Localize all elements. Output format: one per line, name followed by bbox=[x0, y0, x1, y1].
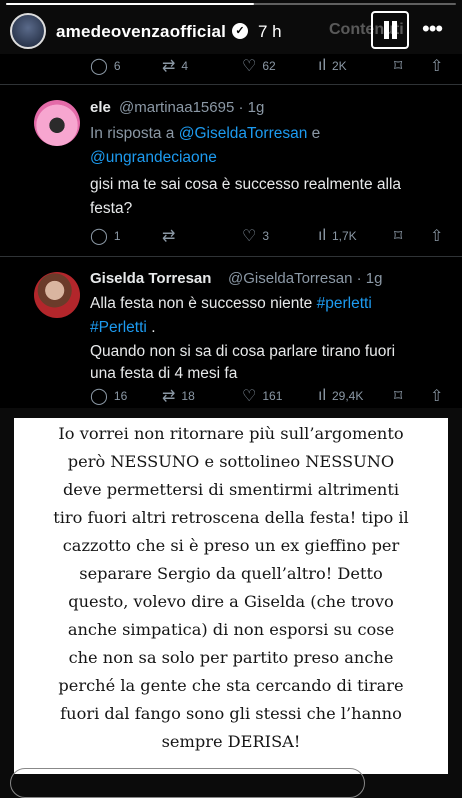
retweet-icon[interactable]: ⇄ bbox=[162, 226, 175, 246]
in-reply-prefix: In risposta a bbox=[90, 125, 175, 142]
bookmark-icon[interactable]: ⌑ bbox=[394, 56, 402, 76]
tweet-text-line: #Perletti . bbox=[90, 316, 156, 340]
divider bbox=[0, 256, 462, 257]
divider bbox=[0, 84, 462, 85]
caption-line: però NESSUNO e sottolineo NESSUNO bbox=[67, 452, 395, 471]
tweet-actions: ◯ 1 ⇄ ♡ 3 ıl 1,7K ⌑ ⇧ bbox=[0, 225, 462, 247]
caption-line: che non sa solo per partito preso anche bbox=[68, 648, 394, 667]
caption-card: Io vorrei non ritornare più sull’argomen… bbox=[14, 418, 448, 774]
reply-icon[interactable]: ◯ bbox=[90, 386, 108, 406]
caption-line: fuori dal fango sono gli stessi che l’ha… bbox=[60, 704, 402, 723]
tweet-author-handle[interactable]: @martinaa15695 · 1g bbox=[119, 99, 264, 116]
pause-button[interactable] bbox=[371, 11, 409, 49]
tweet-screenshot: ◯ 6 ⇄ 4 ♡ 62 ıl 2K ⌑ ⇧ ele @martinaa15695 · … bbox=[0, 54, 462, 408]
reply-count: 16 bbox=[113, 389, 128, 403]
caption-line: tiro fuori altri retroscena della festa!… bbox=[53, 508, 409, 527]
caption-line: anche simpatica) di non esporsi su cose bbox=[67, 620, 395, 639]
like-icon[interactable]: ♡ bbox=[242, 226, 256, 246]
tweet-actions: ◯ 16 ⇄ 18 ♡ 161 ıl 29,4K ⌑ ⇧ bbox=[0, 385, 462, 407]
share-icon[interactable]: ⇧ bbox=[430, 56, 443, 76]
tweet-text: . bbox=[151, 319, 156, 336]
pause-icon bbox=[384, 21, 389, 39]
tweet-text-line: festa? bbox=[90, 200, 133, 217]
views-count: 2K bbox=[332, 59, 347, 73]
tweet-author-handle[interactable]: @GiseldaTorresan · 1g bbox=[228, 270, 382, 287]
avatar[interactable] bbox=[10, 13, 46, 49]
caption-line: perché la gente che sta cercando di tira… bbox=[58, 676, 404, 695]
retweet-count: 18 bbox=[181, 389, 195, 403]
pause-icon-bar bbox=[392, 21, 397, 39]
tweet-text-line: Alla festa non è successo niente #perlet… bbox=[90, 292, 372, 316]
more-options-button[interactable]: ••• bbox=[422, 16, 443, 42]
tweet-text-line: una festa di 4 mesi fa bbox=[90, 365, 238, 382]
reply-input[interactable] bbox=[10, 768, 365, 798]
like-count: 3 bbox=[262, 229, 270, 243]
mention-link[interactable]: @GiseldaTorresan bbox=[179, 125, 308, 142]
username[interactable]: amedeovenzaofficial bbox=[56, 22, 226, 42]
story-header: Contenuti amedeovenzaofficial ✓ 7 h ••• bbox=[0, 8, 462, 54]
bookmark-icon[interactable]: ⌑ bbox=[394, 226, 402, 246]
views-count: 1,7K bbox=[332, 229, 357, 243]
bookmark-icon[interactable]: ⌑ bbox=[394, 386, 402, 406]
avatar[interactable] bbox=[34, 100, 80, 146]
hashtag-link[interactable]: #perletti bbox=[317, 295, 372, 312]
tweet-text-line: gisi ma te sai cosa è successo realmente… bbox=[90, 176, 402, 193]
share-icon[interactable]: ⇧ bbox=[430, 226, 443, 246]
reply-count: 1 bbox=[113, 229, 121, 243]
caption-line: cazzotto che si è preso un ex gieffino p… bbox=[62, 536, 400, 555]
tweet-text: Alla festa non è successo niente bbox=[90, 295, 313, 312]
in-reply-and: e bbox=[311, 125, 321, 142]
views-icon[interactable]: ıl bbox=[318, 387, 326, 405]
reply-count: 6 bbox=[113, 59, 121, 73]
tweet-author-name[interactable]: Giselda Torresan bbox=[90, 270, 211, 287]
tweet-text-line: Quando non si sa di cosa parlare tirano … bbox=[90, 343, 396, 360]
views-icon[interactable]: ıl bbox=[318, 57, 326, 75]
views-count: 29,4K bbox=[332, 389, 364, 403]
like-icon[interactable]: ♡ bbox=[242, 56, 256, 76]
caption-line: separare Sergio da quell’altro! Detto bbox=[79, 564, 383, 583]
story-progress-bar bbox=[6, 3, 456, 5]
caption-line: sempre DERISA! bbox=[161, 732, 301, 751]
caption-line: questo, volevo dire a Giselda (che trovo bbox=[68, 592, 394, 611]
retweet-icon[interactable]: ⇄ bbox=[162, 56, 175, 76]
caption-line: deve permettersi di smentirmi altrimenti bbox=[62, 480, 400, 499]
reply-icon[interactable]: ◯ bbox=[90, 226, 108, 246]
story-time: 7 h bbox=[258, 22, 282, 41]
like-count: 62 bbox=[262, 59, 276, 73]
hashtag-link[interactable]: #Perletti bbox=[90, 319, 147, 336]
tweet-actions-top: ◯ 6 ⇄ 4 ♡ 62 ıl 2K ⌑ ⇧ bbox=[0, 55, 462, 77]
verified-badge-icon: ✓ bbox=[232, 23, 248, 39]
caption-line: Io vorrei non ritornare più sull’argomen… bbox=[58, 424, 404, 443]
in-reply-to: In risposta a @GiseldaTorresan e bbox=[90, 122, 320, 146]
like-icon[interactable]: ♡ bbox=[242, 386, 256, 406]
mention-link[interactable]: @ungrandeciaone bbox=[90, 146, 217, 170]
retweet-icon[interactable]: ⇄ bbox=[162, 386, 175, 406]
reply-icon[interactable]: ◯ bbox=[90, 56, 108, 76]
story-progress-fill bbox=[6, 3, 254, 5]
share-icon[interactable]: ⇧ bbox=[430, 386, 443, 406]
views-icon[interactable]: ıl bbox=[318, 227, 326, 245]
like-count: 161 bbox=[262, 389, 283, 403]
tweet-author-name[interactable]: ele bbox=[90, 99, 111, 116]
retweet-count: 4 bbox=[181, 59, 189, 73]
avatar[interactable] bbox=[34, 272, 80, 318]
